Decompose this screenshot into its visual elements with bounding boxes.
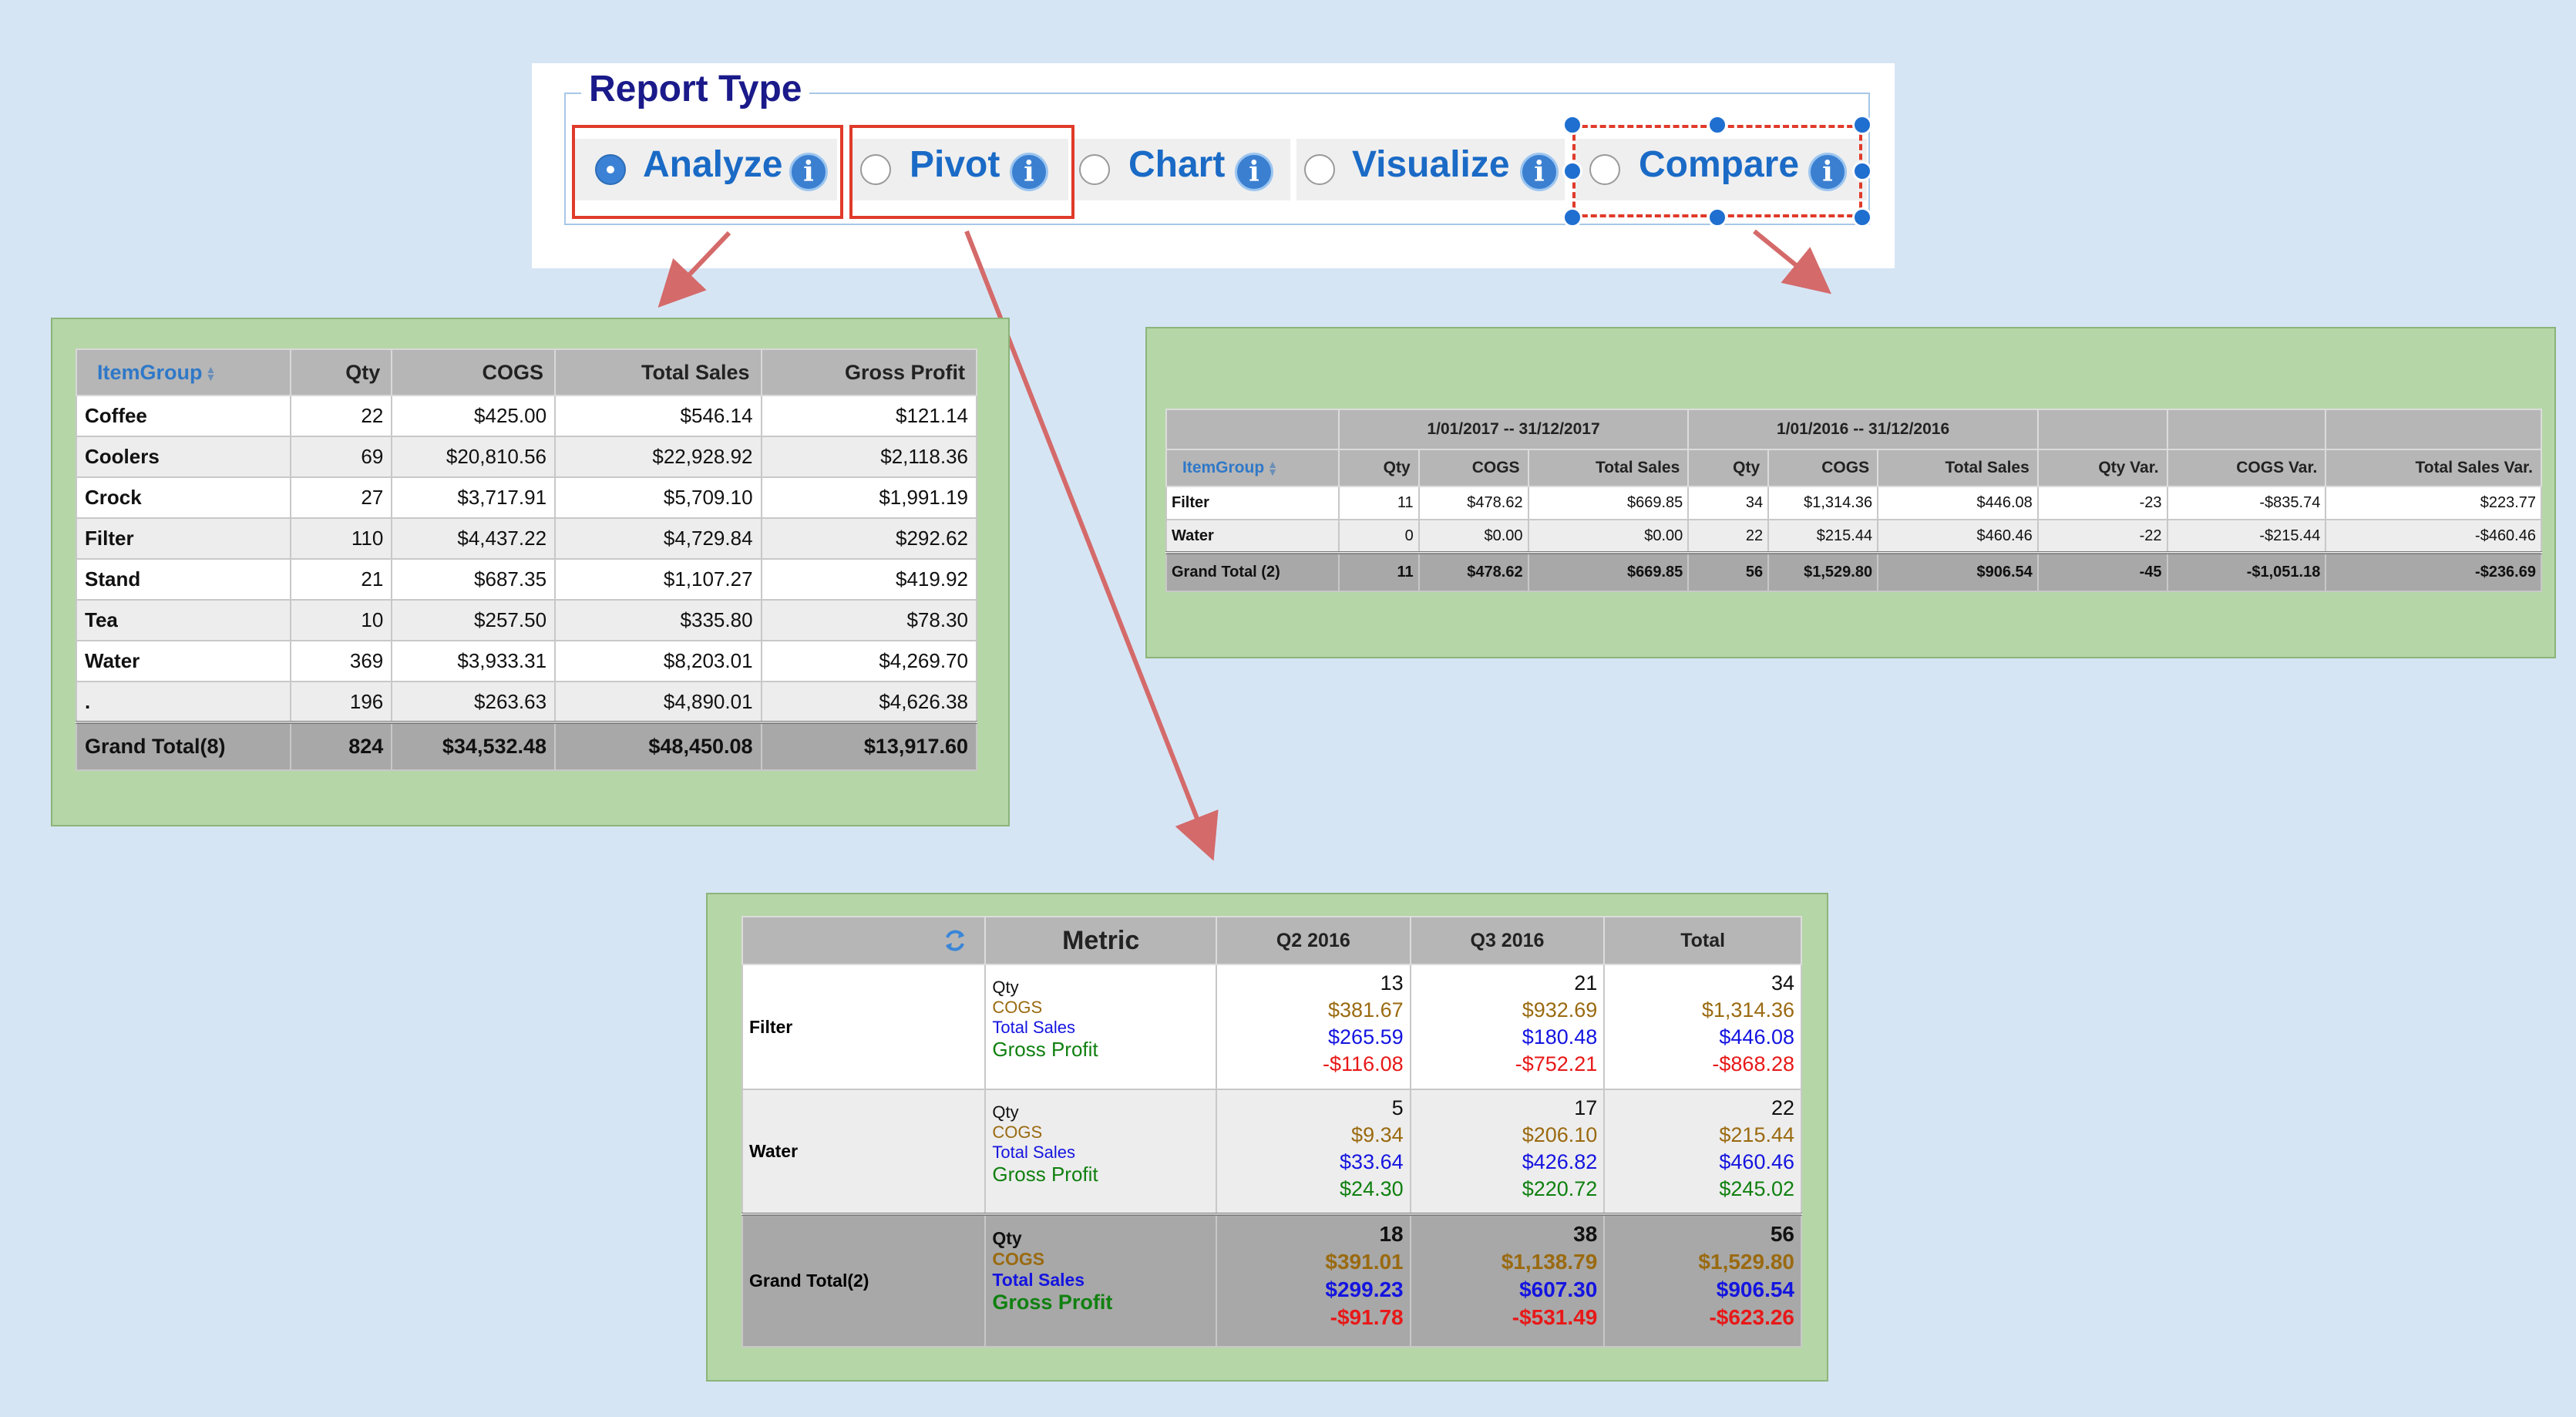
- total-sales-var-column-header: Total Sales Var.: [2325, 449, 2542, 487]
- table-row: Filter Qty COGS Total Sales Gross Profit…: [741, 964, 1802, 1090]
- table-row: . 196 $263.63 $4,890.01 $4,626.38: [76, 681, 978, 723]
- swap-icon[interactable]: [941, 927, 969, 954]
- table-row: Crock 27 $3,717.91 $5,709.10 $1,991.19: [76, 476, 978, 519]
- compare-table: 1/01/2017 -- 31/12/2017 1/01/2016 -- 31/…: [1165, 409, 2542, 592]
- qty-var-column-header: Qty Var.: [2036, 449, 2168, 487]
- table-row: Filter 11 $478.62 $669.85 34 $1,314.36 $446.…: [1165, 486, 2542, 520]
- table-row: Coolers 69 $20,810.56 $22,928.92 $2,118.36: [76, 436, 978, 478]
- metric-column-header: Metric: [984, 916, 1217, 965]
- period-2016-header: 1/01/2016 -- 31/12/2016: [1687, 409, 2039, 450]
- metric-list: Qty COGS Total Sales Gross Profit: [984, 1213, 1217, 1348]
- pivot-swap-header[interactable]: [741, 916, 987, 965]
- total-column-header: Total: [1603, 916, 1802, 965]
- metric-list: Qty COGS Total Sales Gross Profit: [984, 1089, 1217, 1215]
- cogs-column-header: COGS: [1767, 449, 1879, 487]
- table-row: Coffee 22 $425.00 $546.14 $121.14: [76, 395, 978, 437]
- cogs-var-column-header: COGS Var.: [2166, 449, 2327, 487]
- table-row: Water Qty COGS Total Sales Gross Profit …: [741, 1089, 1802, 1215]
- itemgroup-column-header[interactable]: ItemGroup ▲ ▼: [1165, 449, 1340, 487]
- analyze-table: ItemGroup ▲ ▼ Qty COGS Total Sales Gross P…: [76, 348, 978, 771]
- qty-column-header: Qty: [1687, 449, 1770, 487]
- table-row: Water 369 $3,933.31 $8,203.01 $4,269.70: [76, 640, 978, 682]
- total-sales-column-header: Total Sales: [1877, 449, 2039, 487]
- sort-icon[interactable]: ▲ ▼: [1267, 459, 1278, 477]
- arrow-to-analyze: [657, 231, 731, 308]
- grand-total-row: Grand Total(8) 824 $34,532.48 $48,450.08 $13…: [76, 721, 978, 771]
- arrow-to-compare: [1753, 229, 1831, 295]
- itemgroup-column-header[interactable]: ItemGroup ▲ ▼: [76, 348, 291, 396]
- pivot-table: Metric Q2 2016 Q3 2016 Total Filter Qty …: [741, 916, 1802, 1348]
- cogs-column-header: COGS: [391, 348, 557, 396]
- metric-list: Qty COGS Total Sales Gross Profit: [984, 964, 1217, 1090]
- qty-column-header: Qty: [1337, 449, 1420, 487]
- table-row: Stand 21 $687.35 $1,107.27 $419.92: [76, 558, 978, 601]
- cogs-column-header: COGS: [1417, 449, 1529, 487]
- period-2017-header: 1/01/2017 -- 31/12/2017: [1337, 409, 1690, 450]
- table-row: Water 0 $0.00 $0.00 22 $215.44 $460.46 -22 -$…: [1165, 519, 2542, 554]
- q3-2016-column-header: Q3 2016: [1409, 916, 1606, 965]
- q2-2016-column-header: Q2 2016: [1216, 916, 1411, 965]
- grand-total-row: Grand Total(2) Qty COGS Total Sales Gros…: [741, 1213, 1802, 1348]
- total-sales-column-header: Total Sales: [1527, 449, 1690, 487]
- total-sales-column-header: Total Sales: [554, 348, 762, 396]
- grand-total-row: Grand Total (2) 11 $478.62 $669.85 56 $1,52…: [1165, 551, 2542, 592]
- table-row: Tea 10 $257.50 $335.80 $78.30: [76, 599, 978, 641]
- gross-profit-column-header: Gross Profit: [760, 348, 978, 396]
- sort-icon[interactable]: ▲ ▼: [206, 364, 217, 382]
- table-row: Filter 110 $4,437.22 $4,729.84 $292.62: [76, 517, 978, 560]
- qty-column-header: Qty: [289, 348, 393, 396]
